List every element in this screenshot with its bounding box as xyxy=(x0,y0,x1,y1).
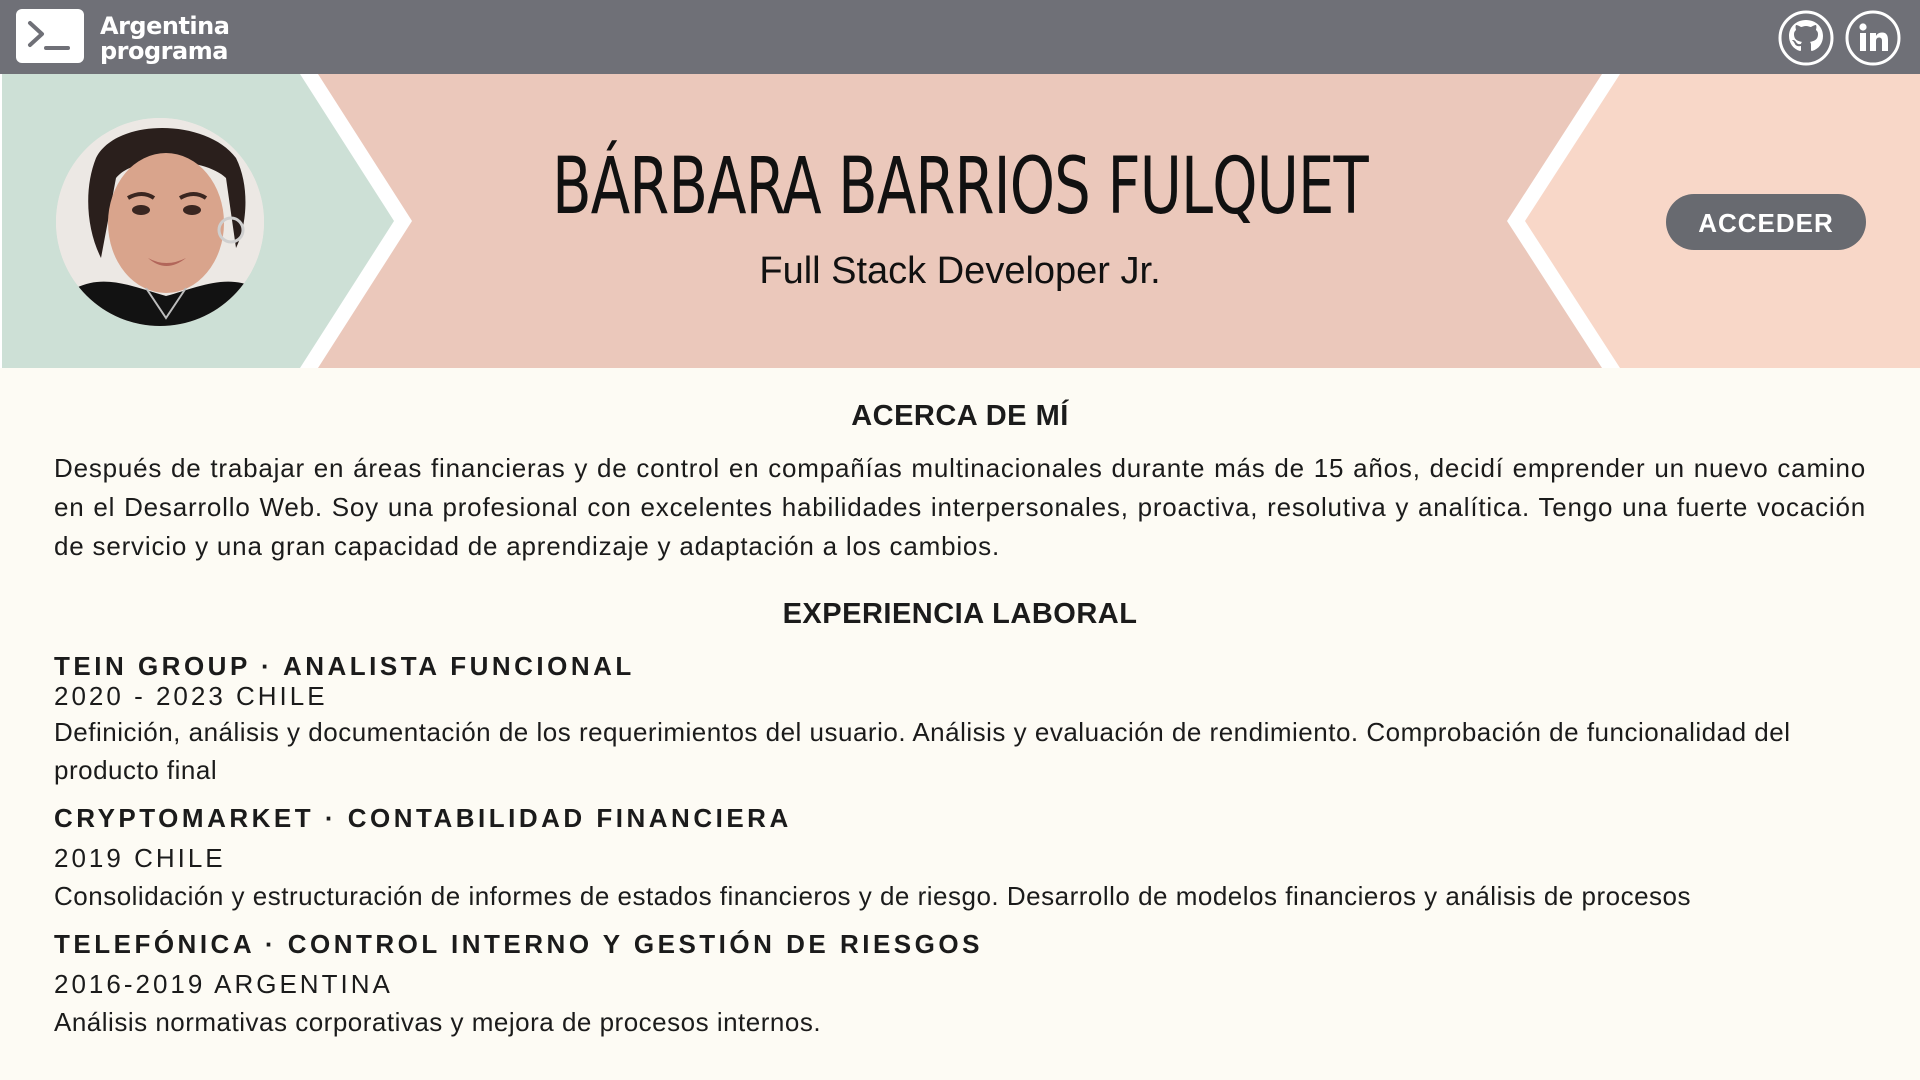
job-item: TEIN GROUP · ANALISTA FUNCIONAL 2020 - 2… xyxy=(54,651,1866,789)
hero-banner: BÁRBARA BARRIOS FULQUET Full Stack Devel… xyxy=(0,74,1920,368)
about-text: Después de trabajar en áreas financieras… xyxy=(54,453,1866,561)
main-content: ACERCA DE MÍ Después de trabajar en área… xyxy=(54,400,1866,1041)
job-date: 2019 CHILE xyxy=(54,843,226,873)
logo-line-2: programa xyxy=(100,37,228,65)
job-date: 2020 - 2023 CHILE xyxy=(54,681,328,711)
profile-name: BÁRBARA BARRIOS FULQUET xyxy=(552,142,1369,232)
about-title: ACERCA DE MÍ xyxy=(851,400,1069,432)
profile-role: Full Stack Developer Jr. xyxy=(759,250,1161,292)
job-date: 2016-2019 ARGENTINA xyxy=(54,969,393,999)
avatar xyxy=(56,118,264,326)
terminal-icon[interactable] xyxy=(16,9,84,63)
logo-line-1: Argentina xyxy=(100,12,230,40)
job-description: Definición, análisis y documentación de … xyxy=(54,717,1791,785)
job-heading: CRYPTOMARKET · CONTABILIDAD FINANCIERA xyxy=(54,803,792,833)
top-bar: Argentina programa xyxy=(0,0,1920,74)
experience-title: EXPERIENCIA LABORAL xyxy=(782,598,1138,630)
job-item: TELEFÓNICA · CONTROL INTERNO Y GESTIÓN D… xyxy=(54,929,1866,1041)
logo-text[interactable]: Argentina programa xyxy=(100,12,230,65)
job-heading: TEIN GROUP · ANALISTA FUNCIONAL xyxy=(54,651,635,681)
job-description: Consolidación y estructuración de inform… xyxy=(54,881,1691,911)
job-description: Análisis normativas corporativas y mejor… xyxy=(54,1007,822,1037)
acceder-button[interactable]: ACCEDER xyxy=(1666,194,1866,250)
linkedin-icon[interactable] xyxy=(1845,10,1901,66)
job-heading: TELEFÓNICA · CONTROL INTERNO Y GESTIÓN D… xyxy=(54,929,983,959)
github-icon[interactable] xyxy=(1778,10,1834,66)
job-item: CRYPTOMARKET · CONTABILIDAD FINANCIERA 2… xyxy=(54,803,1866,915)
